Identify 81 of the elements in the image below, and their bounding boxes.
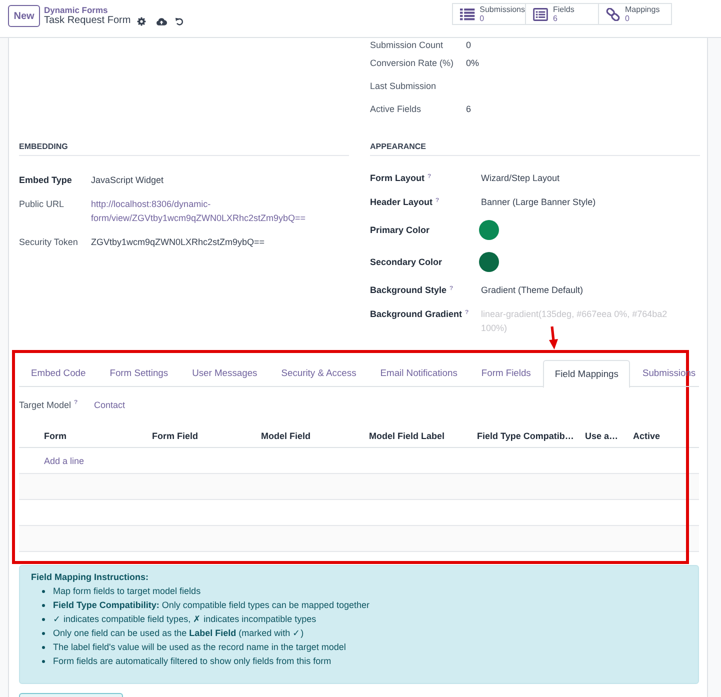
field-label: Active Fields — [370, 103, 422, 116]
column-header[interactable]: Form — [44, 430, 66, 442]
smart-button[interactable]: Submissions 0 — [452, 3, 526, 25]
smart-button-count: 0 — [480, 14, 486, 23]
gradient-input-field[interactable]: linear-gradient(135deg, #667eea 0%, #764ba2 100%) — [481, 307, 681, 335]
tab[interactable]: User Messages — [180, 360, 270, 387]
color-swatch-icon[interactable] — [479, 220, 499, 240]
column-header[interactable]: Model Field Label — [369, 430, 445, 442]
tab[interactable]: Security & Access — [269, 360, 368, 387]
instruction-text: ✓ indicates compatible field types, ✗ indicates incompatible types — [53, 613, 316, 626]
help-tooltip-marker[interactable]: ? — [428, 173, 432, 181]
smart-button[interactable]: Fields 6 — [525, 3, 599, 25]
section-title: APPEARANCE — [370, 141, 428, 153]
field-label: Background Style — [370, 284, 447, 297]
field-value: Gradient (Theme Default) — [481, 284, 584, 297]
field-label: Background Gradient — [370, 308, 462, 321]
cloud-upload-icon[interactable] — [156, 16, 167, 26]
settings-icon[interactable] — [136, 16, 146, 26]
section-title: EMBEDDING — [19, 141, 69, 153]
field-label: Security Token — [19, 236, 78, 249]
instruction-text: Field Type Compatibility: Only compatible field types can be mapped together — [53, 599, 370, 612]
list-icon — [460, 8, 475, 20]
help-tooltip-marker[interactable]: ? — [74, 399, 78, 407]
url-link[interactable]: http://localhost:8306/dynamic-form/view/ZGVtby1wcm9qZWN0LXRhc2stZm9ybQ== — [91, 197, 326, 225]
smart-button-label: Submissions — [480, 5, 525, 14]
smart-button-label: Fields — [553, 5, 574, 14]
field-label: Submission Count — [370, 38, 444, 52]
smart-button-label: Mappings — [625, 5, 660, 14]
column-header[interactable]: Form Field — [152, 430, 198, 442]
instructions-title: Field Mapping Instructions: — [31, 571, 150, 584]
breadcrumb-link[interactable]: Dynamic Forms — [44, 5, 184, 15]
field-value: 6 — [466, 103, 472, 116]
bullet-icon — [42, 660, 45, 662]
instruction-text: Map form fields to target model fields — [53, 585, 201, 598]
field-label: Embed Type — [19, 174, 72, 187]
add-line-link[interactable]: Add a line — [44, 454, 84, 466]
new-button[interactable]: New — [8, 5, 40, 27]
instruction-text: Form fields are automatically filtered to show only fields from this form — [53, 655, 332, 668]
field-value: JavaScript Widget — [91, 174, 164, 187]
bullet-icon — [42, 618, 45, 620]
tab[interactable]: Email Notifications — [368, 360, 470, 387]
field-value: Wizard/Step Layout — [481, 172, 560, 185]
tab[interactable]: Form Fields — [469, 360, 543, 387]
field-value: 0 — [466, 38, 472, 52]
field-label: Primary Color — [370, 224, 430, 237]
color-swatch-icon[interactable] — [479, 252, 499, 272]
column-header[interactable]: Active — [633, 430, 660, 442]
bullet-icon — [42, 646, 45, 648]
field-label: Public URL — [19, 198, 64, 211]
instruction-text: The label field's value will be used as the record name in the target model — [53, 641, 346, 654]
field-label: Secondary Color — [370, 256, 442, 269]
field-label: Header Layout — [370, 196, 433, 209]
smart-button[interactable]: Mappings 0 — [598, 3, 672, 25]
help-tooltip-marker[interactable]: ? — [436, 197, 440, 205]
field-label: Target Model — [19, 399, 72, 412]
tab[interactable]: Embed Code — [19, 360, 98, 387]
field-label: Last Submission — [370, 80, 438, 93]
bullet-icon — [42, 590, 45, 592]
tab[interactable]: Form Settings — [98, 360, 180, 387]
column-header[interactable]: Use a… — [585, 430, 618, 442]
bullet-icon — [42, 604, 45, 606]
bullet-icon — [42, 632, 45, 634]
help-tooltip-marker[interactable]: ? — [465, 309, 469, 317]
chain-link-icon — [606, 8, 620, 20]
smart-button-count: 6 — [553, 14, 558, 23]
instruction-text: Only one field can be used as the Label Field (marked with ✓) — [53, 627, 304, 640]
field-value: ZGVtby1wcm9qZWN0LXRhc2stZm9ybQ== — [91, 236, 265, 249]
help-tooltip-marker[interactable]: ? — [450, 285, 454, 293]
field-value: Banner (Large Banner Style) — [481, 196, 596, 209]
record-title: Task Request Form — [44, 15, 131, 28]
target-model-link[interactable]: Contact — [94, 398, 126, 412]
annotation-arrow — [547, 326, 559, 350]
undo-icon[interactable] — [174, 16, 184, 26]
form-icon — [533, 8, 548, 20]
field-label: Conversion Rate (%) — [370, 57, 455, 70]
field-label: Form Layout — [370, 172, 425, 185]
field-value: 0% — [466, 57, 480, 70]
tab[interactable]: Field Mappings — [542, 360, 630, 388]
smart-button-count: 0 — [625, 14, 630, 23]
column-header[interactable]: Field Type Compatib… — [477, 430, 574, 442]
column-header[interactable]: Model Field — [261, 430, 310, 442]
